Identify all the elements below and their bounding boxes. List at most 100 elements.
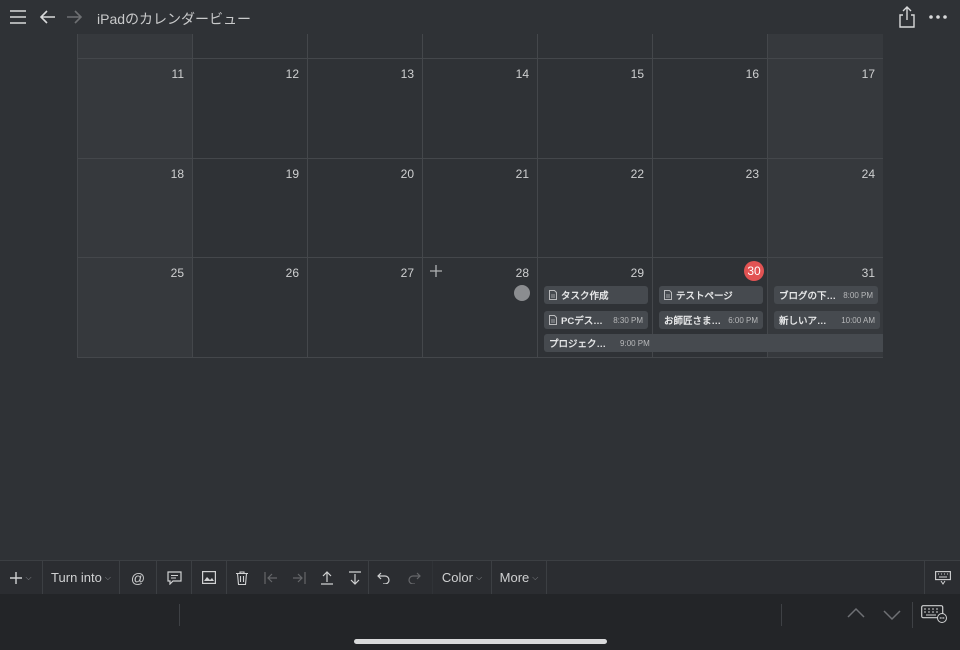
day-number: 21 — [515, 167, 529, 181]
calendar-event[interactable]: ブログの下… 8:00 PM — [774, 286, 878, 304]
back-arrow-icon[interactable] — [36, 5, 60, 29]
page-icon — [664, 290, 672, 300]
calendar-event[interactable]: PCデス… 8:30 PM — [544, 311, 648, 329]
undo-button[interactable] — [369, 561, 397, 595]
calendar-cell[interactable] — [78, 34, 193, 59]
day-number: 18 — [170, 167, 184, 181]
calendar-cell[interactable]: 22 — [538, 159, 653, 258]
divider — [781, 604, 782, 626]
chevron-up-icon — [847, 607, 865, 618]
calendar-cell[interactable]: 18 — [78, 159, 193, 258]
indent-button[interactable] — [285, 561, 313, 595]
image-button[interactable] — [192, 560, 227, 595]
chevron-down-icon: ⌵ — [25, 572, 32, 582]
more-button[interactable]: More ⌵ — [492, 560, 547, 595]
mention-button[interactable]: @ — [120, 560, 157, 595]
calendar-cell[interactable]: 17 — [768, 59, 883, 159]
calendar-cell[interactable] — [768, 34, 883, 59]
divider — [912, 602, 913, 628]
comment-button[interactable] — [157, 560, 192, 595]
turn-into-button[interactable]: Turn into ⌵ — [43, 560, 120, 595]
event-time: 10:00 AM — [841, 315, 875, 325]
calendar-cell[interactable]: 27 — [308, 258, 423, 357]
event-time: 6:00 PM — [728, 315, 758, 325]
page-title: iPadのカレンダービュー — [97, 11, 252, 27]
calendar-event[interactable]: プロジェク… 9:00 PM — [544, 334, 883, 352]
previous-field-button[interactable] — [846, 606, 866, 622]
calendar-cell[interactable] — [193, 34, 308, 59]
home-indicator — [354, 639, 607, 644]
calendar-event[interactable]: 新しいアプ… 10:00 AM — [774, 311, 880, 329]
forward-arrow-icon[interactable] — [62, 5, 86, 29]
day-number: 19 — [285, 167, 299, 181]
day-number: 20 — [400, 167, 414, 181]
calendar-cell[interactable]: 25 — [78, 258, 193, 357]
calendar-cell[interactable] — [423, 34, 538, 59]
move-up-icon — [321, 570, 333, 585]
calendar-cell[interactable]: 23 — [653, 159, 768, 258]
chevron-down-icon: ⌵ — [476, 572, 483, 582]
event-time: 9:00 PM — [620, 338, 650, 348]
day-number: 24 — [861, 167, 875, 181]
day-number: 11 — [171, 67, 184, 81]
redo-button[interactable] — [397, 560, 433, 595]
page-icon — [549, 290, 557, 300]
menu-icon[interactable] — [6, 5, 30, 29]
calendar-cell[interactable]: 13 — [308, 59, 423, 159]
dismiss-keyboard-button[interactable] — [924, 560, 960, 595]
calendar-cell[interactable]: 26 — [193, 258, 308, 357]
calendar-cell[interactable]: 20 — [308, 159, 423, 258]
add-block-button[interactable]: ⌵ — [0, 560, 43, 595]
color-label: Color — [441, 570, 473, 585]
image-icon — [202, 571, 216, 584]
keyboard-button[interactable] — [921, 605, 947, 623]
calendar-cell[interactable]: 21 — [423, 159, 538, 258]
calendar-cell[interactable]: 24 — [768, 159, 883, 258]
turn-into-label: Turn into — [51, 570, 102, 585]
day-number: 16 — [745, 67, 759, 81]
move-up-button[interactable] — [313, 561, 341, 595]
calendar-event[interactable]: テストページ — [659, 286, 763, 304]
calendar-event[interactable]: お師匠さま… 6:00 PM — [659, 311, 763, 329]
divider — [179, 604, 180, 626]
drag-handle-dot[interactable] — [514, 285, 530, 301]
event-title: PCデス… — [561, 316, 603, 327]
day-number: 15 — [630, 67, 644, 81]
calendar-cell[interactable] — [653, 34, 768, 59]
formatting-toolbar: ⌵ Turn into ⌵ @ Color ⌵ More ⌵ — [0, 560, 960, 595]
calendar-cell[interactable] — [308, 34, 423, 59]
share-icon[interactable] — [895, 5, 919, 29]
move-down-button[interactable] — [341, 560, 369, 595]
chevron-down-icon: ⌵ — [104, 572, 111, 582]
calendar-cell[interactable]: 28 — [423, 258, 538, 357]
more-options-icon[interactable] — [926, 5, 950, 29]
delete-button[interactable] — [227, 561, 257, 595]
day-number: 27 — [400, 266, 414, 280]
outdent-button[interactable] — [257, 561, 285, 595]
calendar-cell[interactable]: 16 — [653, 59, 768, 159]
top-bar: iPadのカレンダービュー — [0, 0, 960, 34]
event-title: プロジェク… — [549, 339, 607, 350]
day-number: 17 — [861, 67, 875, 81]
event-title: テストページ — [676, 291, 733, 302]
plus-icon — [10, 571, 23, 584]
add-event-icon[interactable] — [429, 264, 443, 278]
event-title: お師匠さま… — [664, 316, 722, 327]
calendar-cell[interactable]: 19 — [193, 159, 308, 258]
color-button[interactable]: Color ⌵ — [433, 560, 492, 595]
undo-icon — [376, 572, 390, 584]
calendar-cell[interactable] — [538, 34, 653, 59]
more-label: More — [499, 570, 530, 585]
day-number: 13 — [400, 67, 414, 81]
move-down-icon — [348, 570, 361, 585]
day-number: 23 — [745, 167, 759, 181]
calendar-cell[interactable]: 11 — [78, 59, 193, 159]
today-day-number: 30 — [744, 261, 764, 281]
calendar-event[interactable]: タスク作成 — [544, 286, 648, 304]
event-time: 8:00 PM — [843, 290, 873, 300]
calendar-cell[interactable]: 12 — [193, 59, 308, 159]
calendar-cell[interactable]: 14 — [423, 59, 538, 159]
next-field-button[interactable] — [882, 608, 902, 624]
event-title: ブログの下… — [779, 291, 837, 302]
calendar-cell[interactable]: 15 — [538, 59, 653, 159]
